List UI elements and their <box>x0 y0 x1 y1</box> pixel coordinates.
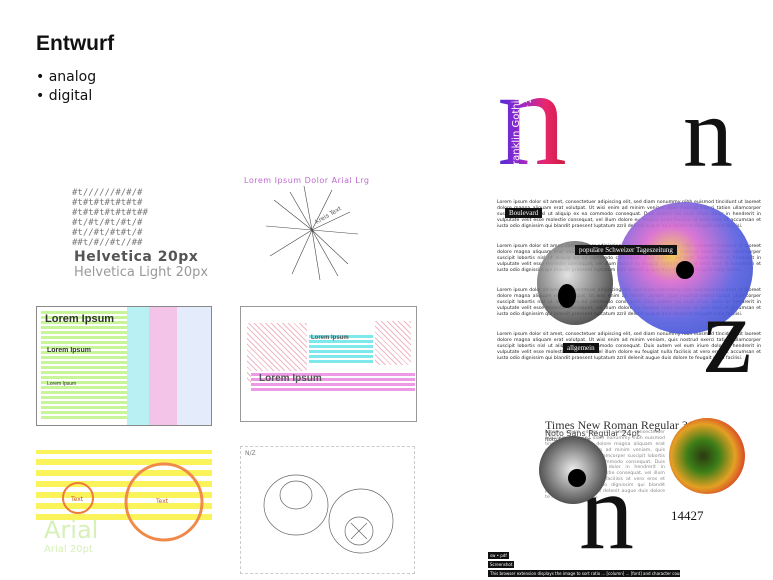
bullet-analog: analog <box>36 68 96 87</box>
bar-description: This browser extension displays the imag… <box>488 570 680 577</box>
bullet-list: analog digital <box>36 68 96 106</box>
bullet-digital: digital <box>36 87 96 106</box>
number-label: 14427 <box>671 508 704 523</box>
circle-large-label: Text <box>156 498 169 505</box>
bar-pdf: sw • pdf <box>488 552 509 559</box>
tag-general: allgemein <box>563 343 599 353</box>
sketch-arial-big: Arial <box>44 516 99 544</box>
sketch-pencil-circles: N/Z <box>240 446 415 574</box>
digital-comp-lorem: Lorem ipsum dolor sit amet, consectetuer… <box>495 198 765 380</box>
vertical-label-franklin: Franklin Gothic Medium 5 <box>511 42 522 170</box>
vertical-label-noto: Noto Sans Regular 24pt <box>525 87 533 170</box>
overlay-shapes: z <box>537 202 753 380</box>
circle-small-label: Text <box>71 496 84 503</box>
pencil-circles-drawing <box>263 474 394 554</box>
gradient-n-graphic: n n <box>497 40 733 172</box>
pencil-hatching: #t//////#/#/# #t#t#t#t#t#t# #t#t#t#t#t#t… <box>72 188 148 248</box>
sketch-ipsum-sub: Lorem Ipsum <box>47 347 91 354</box>
sketch-layout-pink: Lorem Ipsum Lorem Ipsum <box>240 306 417 422</box>
sketch-pink-label: Lorem Ipsum <box>259 373 322 384</box>
radial-burst-drawing <box>265 185 359 281</box>
sketch-radial-lines: Lorem Ipsum Dolor Arial Lrg Kreis Text <box>240 172 415 292</box>
sketch-yellow-circles: Text Text Arial Arial 20pt <box>36 446 212 576</box>
sketch-helvetica-study: #t//////#/#/# #t#t#t#t#t#t# #t#t#t#t#t#t… <box>62 182 212 294</box>
slide-title: Entwurf <box>36 32 115 55</box>
overlay-shapes-2: n <box>539 418 745 556</box>
tag-popular: populäre Schweizer Tageszeitung <box>575 245 677 255</box>
svg-text:n: n <box>683 77 733 172</box>
sketch-layout-green: Lorem Ipsum Lorem Ipsum Lorem Ipsum <box>36 306 212 426</box>
svg-text:z: z <box>703 274 752 380</box>
sketch-helvetica-light: Helvetica Light 20px <box>74 265 209 280</box>
digital-comp-times: Lorem ipsum dolor sit amet, consectetuer… <box>485 418 745 556</box>
sketch-cyan-label: Lorem Ipsum <box>311 335 349 341</box>
sketch-arial-size: Arial 20pt <box>44 544 93 555</box>
sketch-ipsum-title: Lorem Ipsum <box>45 313 115 325</box>
bottom-info-bars: sw • pdf Screenshot This browser extensi… <box>485 552 685 580</box>
sketch-ipsum-small: Lorem Ipsum <box>47 381 77 387</box>
sketch-helvetica-bold: Helvetica 20px <box>74 249 199 265</box>
bar-screenshot: Screenshot <box>488 561 515 568</box>
digital-comp-letters: n n Franklin Gothic Medium 5 Noto Sans R… <box>495 40 765 172</box>
tag-boulevard: Boulevard <box>505 208 543 218</box>
orange-circles-drawing <box>62 462 204 542</box>
